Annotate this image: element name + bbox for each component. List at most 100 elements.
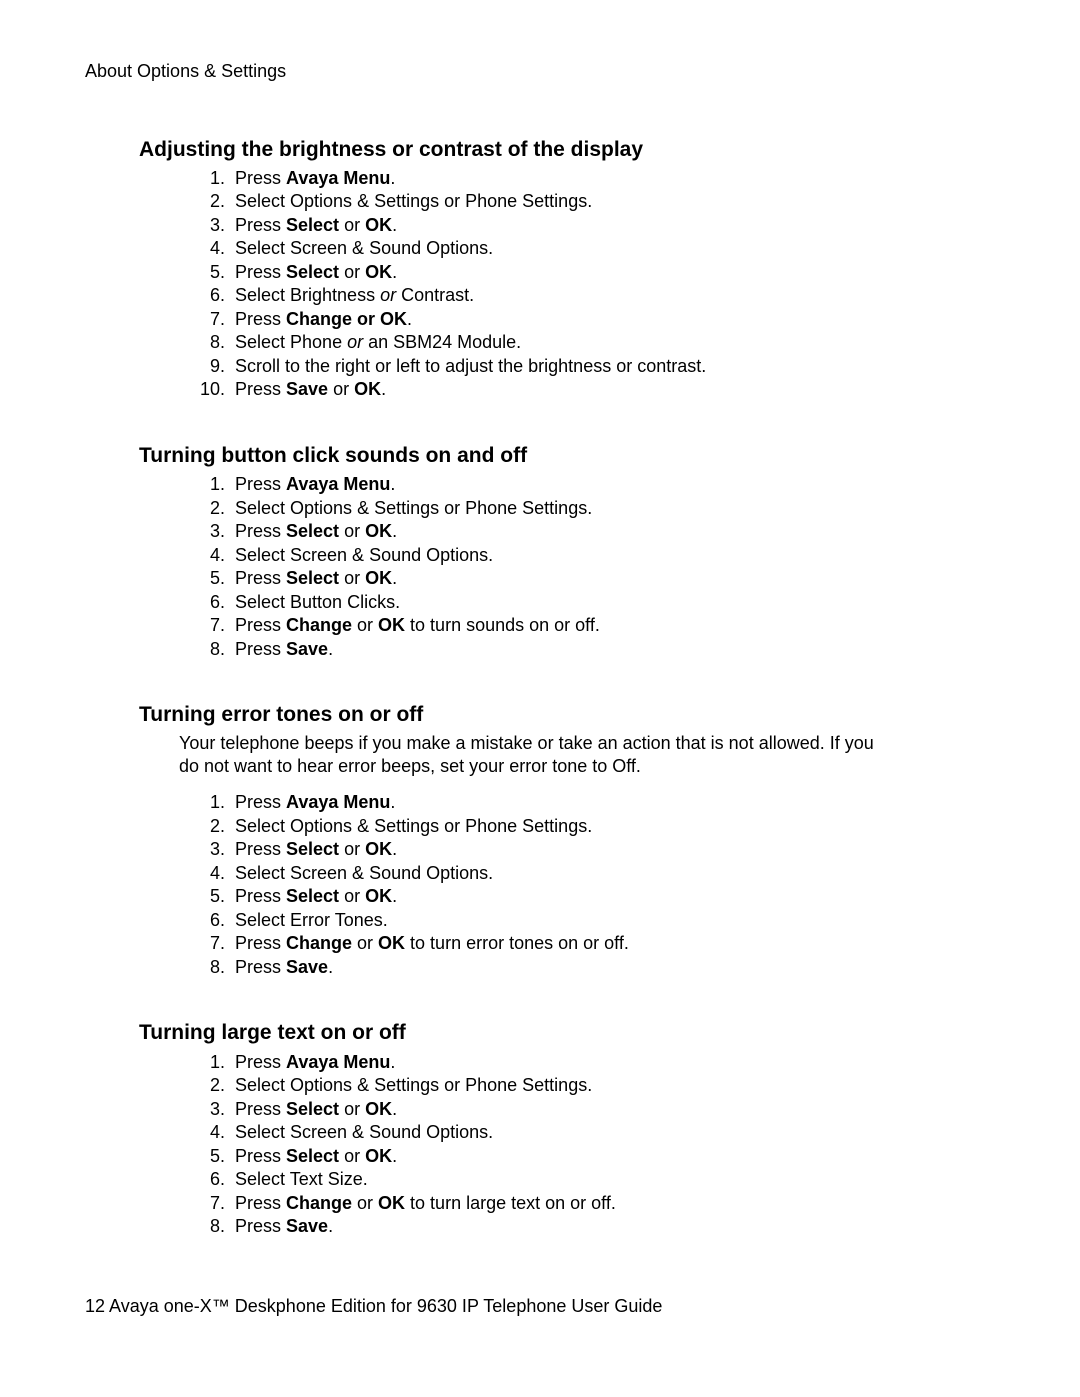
step-text: Press Save or OK. xyxy=(235,378,995,401)
bold-span: Avaya Menu xyxy=(286,474,390,494)
step-number: 4. xyxy=(179,862,235,885)
bold-span: Save xyxy=(286,639,328,659)
step-text: Press Change or OK to turn sounds on or … xyxy=(235,614,995,637)
italic-span: or xyxy=(347,332,363,352)
bold-span: Select xyxy=(286,568,339,588)
step-item: 5.Press Select or OK. xyxy=(179,1145,995,1168)
step-item: 4.Select Screen & Sound Options. xyxy=(179,544,995,567)
step-number: 5. xyxy=(179,1145,235,1168)
italic-span: or xyxy=(380,285,396,305)
step-item: 4.Select Screen & Sound Options. xyxy=(179,1121,995,1144)
step-text: Select Options & Settings or Phone Setti… xyxy=(235,815,995,838)
step-number: 7. xyxy=(179,932,235,955)
step-number: 10. xyxy=(179,378,235,401)
footer-title: Avaya one-X™ Deskphone Edition for 9630 … xyxy=(109,1296,662,1316)
step-item: 2.Select Options & Settings or Phone Set… xyxy=(179,497,995,520)
step-item: 6.Select Error Tones. xyxy=(179,909,995,932)
bold-span: OK xyxy=(365,521,392,541)
step-text: Select Error Tones. xyxy=(235,909,995,932)
step-item: 3.Press Select or OK. xyxy=(179,1098,995,1121)
step-text: Select Text Size. xyxy=(235,1168,995,1191)
steps-list: 1.Press Avaya Menu.2.Select Options & Se… xyxy=(179,791,995,978)
steps-list: 1.Press Avaya Menu.2.Select Options & Se… xyxy=(179,167,995,401)
steps-list: 1.Press Avaya Menu.2.Select Options & Se… xyxy=(179,473,995,660)
page-number: 12 xyxy=(85,1296,105,1316)
step-text: Press Avaya Menu. xyxy=(235,167,995,190)
step-text: Scroll to the right or left to adjust th… xyxy=(235,355,995,378)
bold-span: OK xyxy=(378,933,405,953)
bold-span: Save xyxy=(286,1216,328,1236)
step-text: Press Save. xyxy=(235,638,995,661)
step-number: 1. xyxy=(179,167,235,190)
bold-span: OK xyxy=(378,615,405,635)
step-item: 4.Select Screen & Sound Options. xyxy=(179,862,995,885)
bold-span: Change xyxy=(286,615,352,635)
step-item: 9.Scroll to the right or left to adjust … xyxy=(179,355,995,378)
step-number: 5. xyxy=(179,567,235,590)
section-heading: Adjusting the brightness or contrast of … xyxy=(139,137,995,163)
bold-span: Select xyxy=(286,262,339,282)
step-item: 7.Press Change or OK to turn large text … xyxy=(179,1192,995,1215)
bold-span: OK xyxy=(354,379,381,399)
section: Turning large text on or off 1.Press Avay… xyxy=(85,1020,995,1237)
step-text: Press Save. xyxy=(235,1215,995,1238)
step-text: Select Button Clicks. xyxy=(235,591,995,614)
section-heading: Turning button click sounds on and off xyxy=(139,443,995,469)
step-item: 6.Select Brightness or Contrast. xyxy=(179,284,995,307)
section: Turning button click sounds on and off1.… xyxy=(85,443,995,660)
step-number: 7. xyxy=(179,614,235,637)
step-text: Press Change or OK to turn error tones o… xyxy=(235,932,995,955)
step-number: 2. xyxy=(179,1074,235,1097)
step-text: Press Avaya Menu. xyxy=(235,1051,995,1074)
step-number: 8. xyxy=(179,638,235,661)
step-number: 3. xyxy=(179,520,235,543)
steps-list: 1.Press Avaya Menu.2.Select Options & Se… xyxy=(179,1051,995,1238)
bold-span: Select xyxy=(286,215,339,235)
section-heading: Turning large text on or off xyxy=(139,1020,995,1046)
step-item: 6.Select Text Size. xyxy=(179,1168,995,1191)
bold-span: Change or OK xyxy=(286,309,407,329)
bold-span: OK xyxy=(365,215,392,235)
step-text: Press Save. xyxy=(235,956,995,979)
step-item: 7.Press Change or OK to turn error tones… xyxy=(179,932,995,955)
page-footer: 12 Avaya one-X™ Deskphone Edition for 96… xyxy=(85,1295,662,1318)
step-text: Press Change or OK to turn large text on… xyxy=(235,1192,995,1215)
step-text: Select Phone or an SBM24 Module. xyxy=(235,331,995,354)
step-text: Select Options & Settings or Phone Setti… xyxy=(235,497,995,520)
step-number: 3. xyxy=(179,214,235,237)
bold-span: Select xyxy=(286,886,339,906)
step-item: 3.Press Select or OK. xyxy=(179,520,995,543)
step-text: Press Avaya Menu. xyxy=(235,791,995,814)
bold-span: Change xyxy=(286,933,352,953)
step-text: Select Screen & Sound Options. xyxy=(235,544,995,567)
step-text: Press Avaya Menu. xyxy=(235,473,995,496)
bold-span: Change xyxy=(286,1193,352,1213)
step-text: Select Screen & Sound Options. xyxy=(235,862,995,885)
section-intro: Your telephone beeps if you make a mista… xyxy=(179,732,885,777)
section: Turning error tones on or offYour teleph… xyxy=(85,702,995,978)
bold-span: Select xyxy=(286,1099,339,1119)
step-number: 6. xyxy=(179,1168,235,1191)
bold-span: OK xyxy=(365,839,392,859)
bold-span: Avaya Menu xyxy=(286,792,390,812)
document-page: About Options & Settings Adjusting the b… xyxy=(0,0,1080,1397)
step-item: 8.Press Save. xyxy=(179,1215,995,1238)
step-item: 1.Press Avaya Menu. xyxy=(179,1051,995,1074)
step-item: 3.Press Select or OK. xyxy=(179,214,995,237)
step-number: 8. xyxy=(179,956,235,979)
step-number: 3. xyxy=(179,1098,235,1121)
step-number: 2. xyxy=(179,497,235,520)
step-number: 7. xyxy=(179,1192,235,1215)
step-item: 1.Press Avaya Menu. xyxy=(179,167,995,190)
bold-span: Select xyxy=(286,839,339,859)
step-item: 5.Press Select or OK. xyxy=(179,567,995,590)
bold-span: Save xyxy=(286,379,328,399)
step-text: Press Change or OK. xyxy=(235,308,995,331)
step-text: Select Screen & Sound Options. xyxy=(235,1121,995,1144)
step-number: 4. xyxy=(179,1121,235,1144)
step-number: 6. xyxy=(179,284,235,307)
bold-span: Save xyxy=(286,957,328,977)
step-text: Press Select or OK. xyxy=(235,567,995,590)
step-text: Press Select or OK. xyxy=(235,261,995,284)
step-item: 1.Press Avaya Menu. xyxy=(179,791,995,814)
